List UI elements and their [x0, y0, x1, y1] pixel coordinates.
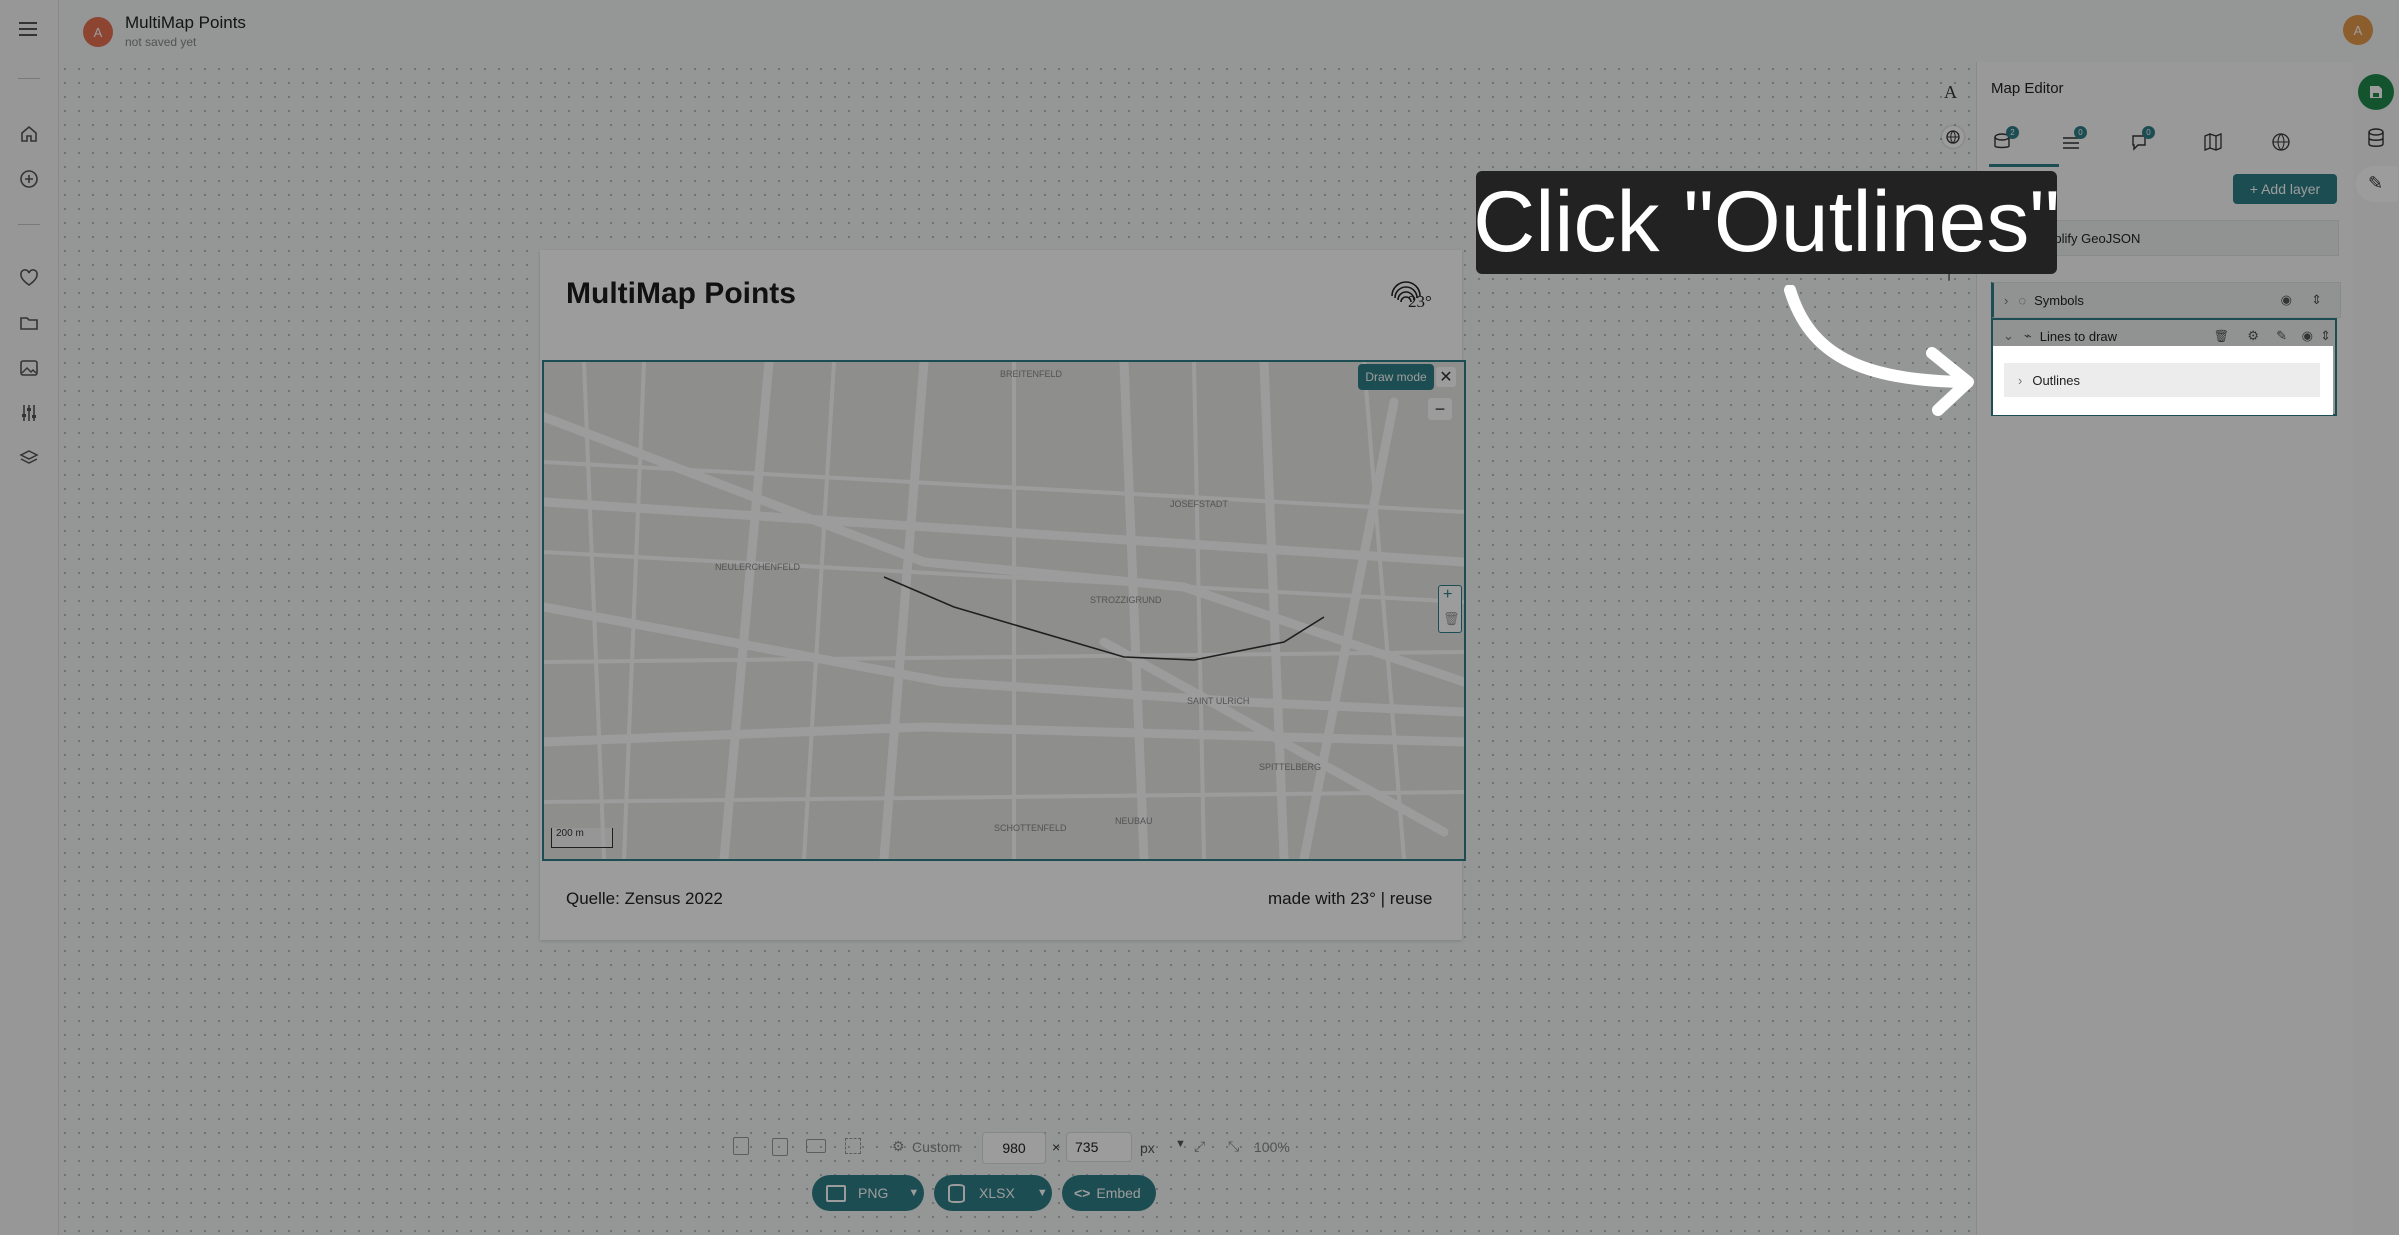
sublayer-label: Outlines: [2032, 372, 2081, 388]
tutorial-callout: Click "Outlines": [1473, 171, 2060, 274]
sublayer-row-outlines[interactable]: › Outlines: [2004, 363, 2320, 397]
arrow-icon: [1780, 284, 1980, 430]
chevron-right-icon[interactable]: ›: [2018, 373, 2022, 388]
